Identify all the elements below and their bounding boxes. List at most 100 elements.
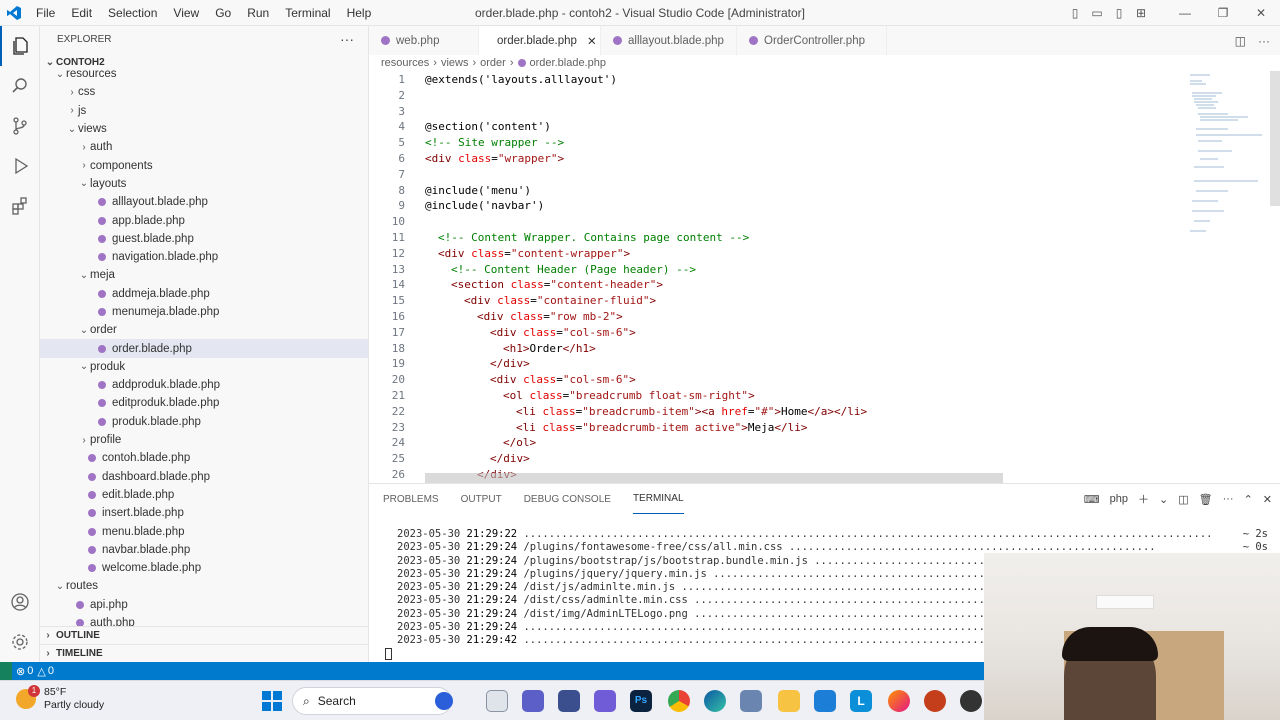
copilot-icon[interactable] [594, 690, 616, 712]
folder-item[interactable]: › js [40, 102, 368, 120]
menu-item-go[interactable]: Go [207, 0, 239, 26]
code-line[interactable]: 12 <div class="content-wrapper"> [369, 246, 1169, 262]
folder-item[interactable]: › css [40, 83, 368, 101]
minimap[interactable] [1188, 71, 1268, 271]
outline-section[interactable]: › OUTLINE [40, 626, 368, 644]
warning-count[interactable]: 0 [48, 665, 54, 677]
file-item[interactable]: menumeja.blade.php [40, 303, 368, 321]
file-item[interactable]: contoh.blade.php [40, 449, 368, 467]
file-item[interactable]: addproduk.blade.php [40, 376, 368, 394]
close-icon[interactable]: ✕ [587, 34, 597, 48]
file-item[interactable]: navigation.blade.php [40, 248, 368, 266]
folder-item[interactable]: ⌄ layouts [40, 175, 368, 193]
tab-alllayout-blade-php[interactable]: alllayout.blade.php [601, 26, 737, 55]
code-line[interactable]: 3 [369, 104, 1169, 120]
file-item[interactable]: navbar.blade.php [40, 541, 368, 559]
file-item[interactable]: addmeja.blade.php [40, 285, 368, 303]
code-line[interactable]: 25 </div> [369, 451, 1169, 467]
firefox-icon[interactable] [888, 690, 910, 712]
panel-tab-problems[interactable]: PROBLEMS [383, 484, 439, 514]
horizontal-scrollbar[interactable] [425, 473, 1003, 483]
folder-item[interactable]: › profile [40, 431, 368, 449]
weather-widget[interactable]: 1 85°F Partly cloudy [16, 685, 104, 712]
file-item[interactable]: produk.blade.php [40, 413, 368, 431]
folder-item[interactable]: ⌄ produk [40, 358, 368, 376]
tab-web-php[interactable]: web.php [369, 26, 479, 55]
start-button[interactable] [262, 691, 282, 711]
search-icon[interactable] [0, 66, 40, 106]
breadcrumb-item[interactable]: order.blade.php [530, 57, 606, 69]
toggle-secondary-sidebar-icon[interactable]: ▯ [1108, 6, 1130, 20]
menu-item-view[interactable]: View [165, 0, 207, 26]
menu-item-file[interactable]: File [28, 0, 63, 26]
explorer-icon[interactable] [0, 26, 40, 66]
file-item[interactable]: insert.blade.php [40, 504, 368, 522]
breadcrumb-item[interactable]: views [441, 57, 469, 69]
panel-tab-terminal[interactable]: TERMINAL [632, 484, 684, 514]
file-item[interactable]: editproduk.blade.php [40, 394, 368, 412]
file-item[interactable]: api.php [40, 596, 368, 614]
menu-item-edit[interactable]: Edit [63, 0, 100, 26]
code-line[interactable]: 19 </div> [369, 356, 1169, 372]
remote-indicator[interactable] [0, 662, 12, 680]
code-line[interactable]: 18 <h1>Order</h1> [369, 341, 1169, 357]
code-line[interactable]: 13 <!-- Content Header (Page header) --> [369, 262, 1169, 278]
tab-ordercontroller-php[interactable]: OrderController.php [737, 26, 887, 55]
code-line[interactable]: 23 <li class="breadcrumb-item active">Mej… [369, 420, 1169, 436]
settings-gear-icon[interactable] [0, 622, 40, 662]
terminal-shell-name[interactable]: php [1110, 493, 1128, 505]
toggle-panel-icon[interactable]: ▭ [1086, 6, 1108, 20]
account-icon[interactable] [0, 582, 40, 622]
file-item[interactable]: app.blade.php [40, 211, 368, 229]
mail-icon[interactable] [814, 690, 836, 712]
code-line[interactable]: 4 @section('content') [369, 119, 1169, 135]
breadcrumb-item[interactable]: order [480, 57, 506, 69]
maximize-panel-icon[interactable]: ⌃ [1244, 493, 1253, 506]
tab-order-blade-php[interactable]: order.blade.php ✕ [479, 26, 601, 55]
code-line[interactable]: 17 <div class="col-sm-6"> [369, 325, 1169, 341]
teams-icon[interactable] [522, 690, 544, 712]
folder-item[interactable]: › components [40, 156, 368, 174]
more-actions-icon[interactable]: ··· [340, 31, 354, 47]
code-line[interactable]: 2 [369, 88, 1169, 104]
vpn-icon[interactable] [558, 690, 580, 712]
error-count[interactable]: 0 [27, 665, 33, 677]
code-line[interactable]: 10 [369, 214, 1169, 230]
edge-icon[interactable] [704, 690, 726, 712]
toggle-primary-sidebar-icon[interactable]: ▯ [1064, 6, 1086, 20]
new-terminal-icon[interactable]: ＋ [1138, 491, 1149, 507]
file-item[interactable]: alllayout.blade.php [40, 193, 368, 211]
panel-tab-debug-console[interactable]: DEBUG CONSOLE [524, 484, 611, 514]
file-item[interactable]: edit.blade.php [40, 486, 368, 504]
code-line[interactable]: 14 <section class="content-header"> [369, 277, 1169, 293]
split-editor-icon[interactable]: ◫ [1235, 34, 1246, 48]
code-line[interactable]: 9 @include('navbar') [369, 198, 1169, 214]
file-item[interactable]: dashboard.blade.php [40, 468, 368, 486]
menu-item-run[interactable]: Run [239, 0, 277, 26]
code-line[interactable]: 15 <div class="container-fluid"> [369, 293, 1169, 309]
folder-item[interactable]: ⌄ views [40, 120, 368, 138]
code-line[interactable]: 11 <!-- Content Wrapper. Contains page co… [369, 230, 1169, 246]
source-control-icon[interactable] [0, 106, 40, 146]
folder-item[interactable]: ⌄ resources [40, 65, 368, 83]
folder-item[interactable]: ⌄ routes [40, 577, 368, 595]
menu-item-help[interactable]: Help [339, 0, 380, 26]
split-terminal-icon[interactable]: ◫ [1178, 493, 1188, 506]
menu-item-selection[interactable]: Selection [100, 0, 165, 26]
folder-item[interactable]: ⌄ order [40, 321, 368, 339]
photos-icon[interactable] [740, 690, 762, 712]
code-line[interactable]: 6 <div class="wrapper"> [369, 151, 1169, 167]
file-item[interactable]: order.blade.php [40, 339, 368, 358]
lync-icon[interactable]: L [850, 690, 872, 712]
folder-item[interactable]: › auth [40, 138, 368, 156]
timeline-section[interactable]: › TIMELINE [40, 644, 368, 662]
error-icon[interactable]: ⊗ [16, 665, 25, 678]
folder-item[interactable]: ⌄ meja [40, 266, 368, 284]
menu-item-terminal[interactable]: Terminal [277, 0, 338, 26]
code-line[interactable]: 21 <ol class="breadcrumb float-sm-right"> [369, 388, 1169, 404]
minimize-button[interactable]: — [1166, 6, 1204, 20]
more-actions-icon[interactable]: ··· [1258, 34, 1270, 48]
photoshop-icon[interactable]: Ps [630, 690, 652, 712]
code-line[interactable]: 20 <div class="col-sm-6"> [369, 372, 1169, 388]
code-line[interactable]: 5 <!-- Site wrapper --> [369, 135, 1169, 151]
